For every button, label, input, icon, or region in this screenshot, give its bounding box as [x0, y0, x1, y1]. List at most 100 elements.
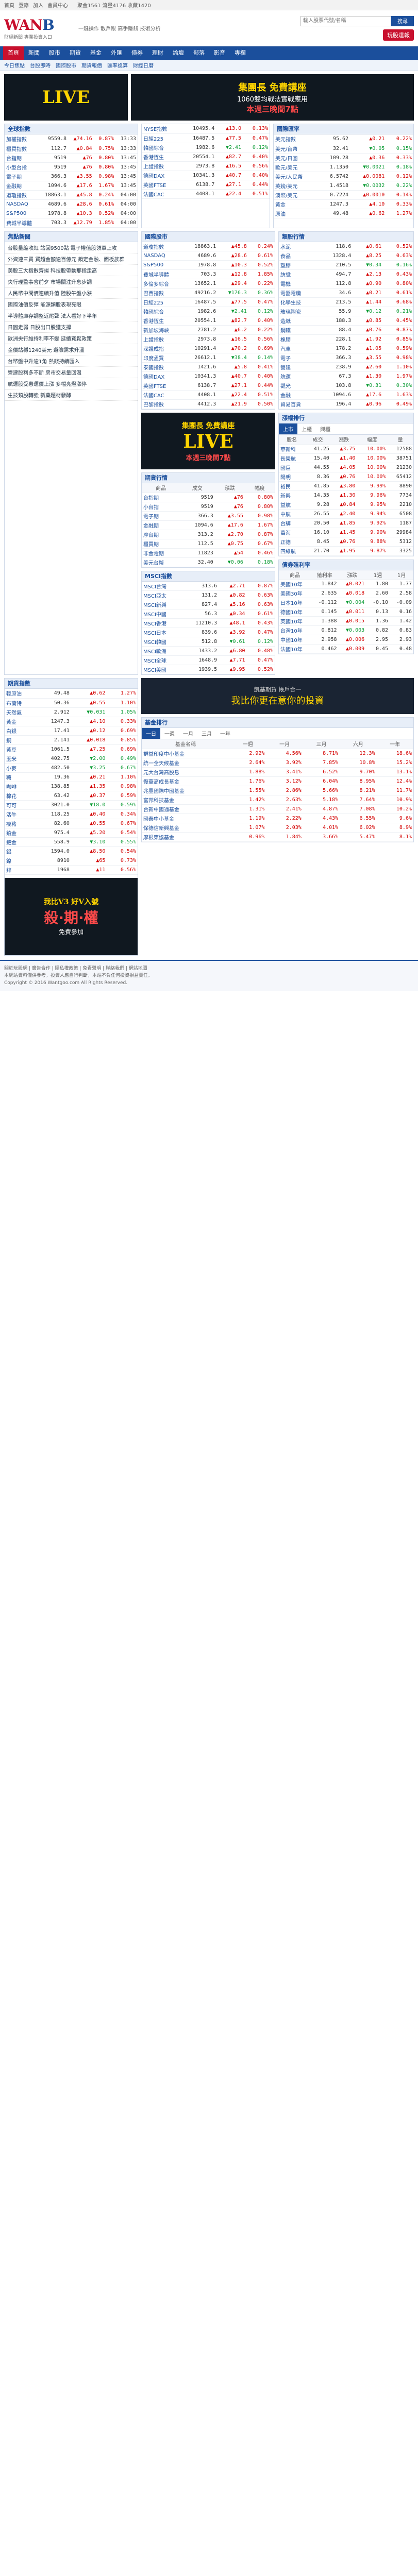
table-row[interactable]: 金融期 1094.6 ▲17.6 1.67%: [142, 520, 275, 530]
table-row[interactable]: 上證指數 2973.8 ▲16.5 0.56%: [142, 334, 275, 344]
news-item[interactable]: 美股三大指數齊揚 科技股帶動那指走高: [5, 265, 138, 276]
row-name[interactable]: 可可: [5, 800, 36, 810]
row-name[interactable]: 裕民: [279, 481, 305, 491]
row-name[interactable]: 化學生技: [279, 297, 317, 307]
table-row[interactable]: 食品 1328.4 ▲8.25 0.63%: [279, 251, 413, 261]
search-input[interactable]: [300, 15, 391, 26]
table-row[interactable]: 保德信新興基金 1.07% 2.03% 4.01% 6.02% 8.9%: [142, 823, 413, 833]
table-row[interactable]: 群益印度中小基金 2.92% 4.56% 8.71% 12.3% 18.6%: [142, 749, 413, 758]
table-row[interactable]: 新興 14.35 ▲1.30 9.96% 7734: [279, 490, 413, 500]
table-row[interactable]: 法國CAC 4408.1 ▲22.4 0.51%: [142, 189, 270, 199]
table-row[interactable]: 玉米 402.75 ▼2.00 0.49%: [5, 754, 138, 764]
fund-name[interactable]: 富邦科技基金: [142, 795, 230, 805]
row-name[interactable]: 美國30年: [279, 588, 311, 598]
top-link[interactable]: 登錄: [19, 3, 29, 9]
fund-tab[interactable]: 一日: [142, 728, 160, 739]
table-row[interactable]: 原油 49.48 ▲0.62 1.27%: [274, 209, 413, 218]
nav-item[interactable]: 股市: [44, 46, 65, 60]
table-row[interactable]: 觀光 103.8 ▼0.31 0.30%: [279, 381, 413, 391]
table-row[interactable]: 化學生技 213.5 ▲1.44 0.68%: [279, 297, 413, 307]
table-row[interactable]: 營建 238.9 ▲2.60 1.10%: [279, 362, 413, 372]
row-name[interactable]: 巴西指數: [142, 288, 183, 298]
row-name[interactable]: 道瓊指數: [5, 190, 39, 200]
table-row[interactable]: 玻璃陶瓷 55.9 ▼0.12 0.21%: [279, 307, 413, 316]
nav-item[interactable]: 外匯: [106, 46, 127, 60]
fund-tab[interactable]: 一月: [179, 728, 197, 739]
table-row[interactable]: 費城半導體 703.3 ▲12.79 1.85% 04:00: [5, 218, 138, 228]
row-name[interactable]: MSCI全球: [142, 655, 181, 665]
subnav-item[interactable]: 期貨報價: [81, 61, 102, 69]
table-row[interactable]: 白銀 17.41 ▲0.12 0.69%: [5, 726, 138, 736]
row-name[interactable]: 加權指數: [5, 134, 39, 144]
table-row[interactable]: 美元/台幣 32.41 ▼0.05 0.15%: [274, 144, 413, 154]
row-name[interactable]: MSCI韓國: [142, 637, 181, 647]
table-row[interactable]: 香港恆生 20554.1 ▲82.7 0.40%: [142, 152, 270, 162]
row-name[interactable]: 小麥: [5, 763, 36, 773]
table-row[interactable]: 多倫多綜合 13652.1 ▲29.4 0.22%: [142, 279, 275, 289]
subnav-item[interactable]: 今日焦點: [4, 61, 25, 69]
table-row[interactable]: 英國FTSE 6138.7 ▲27.1 0.44%: [142, 180, 270, 190]
news-item[interactable]: 國際油價反彈 能源類股表現亮眼: [5, 299, 138, 310]
row-name[interactable]: 鋅: [5, 865, 36, 875]
row-name[interactable]: 紡織: [279, 269, 317, 279]
table-row[interactable]: 貿易百貨 196.4 ▲0.96 0.49%: [279, 399, 413, 409]
row-name[interactable]: 英國FTSE: [142, 381, 183, 391]
news-item[interactable]: 央行理監事會前夕 市場關注升息步調: [5, 276, 138, 287]
table-row[interactable]: 復華高成長基金 1.76% 3.12% 6.04% 8.95% 12.4%: [142, 776, 413, 786]
row-name[interactable]: 台灣10年: [279, 625, 311, 635]
table-row[interactable]: MSCI亞太 131.2 ▲0.82 0.63%: [142, 590, 275, 600]
row-name[interactable]: S&P500: [5, 209, 39, 218]
table-row[interactable]: 澳幣/美元 0.7224 ▲0.0010 0.14%: [274, 190, 413, 200]
table-row[interactable]: 長榮航 15.40 ▲1.40 10.00% 38751: [279, 453, 413, 463]
row-name[interactable]: 印度孟買: [142, 353, 183, 363]
table-row[interactable]: 德國10年 0.145 ▲0.011 0.13 0.16: [279, 607, 413, 617]
footer-links[interactable]: 關於玩股網 | 廣告合作 | 隱私權政策 | 免責聲明 | 聯絡我們 | 網站地…: [4, 965, 414, 972]
ad-banner-right[interactable]: 凱基期貨 帳戶合一 我比你更在意你的投資: [141, 678, 414, 714]
table-row[interactable]: 小型台指 9519 ▲76 0.80% 13:45: [5, 162, 138, 172]
table-row[interactable]: 統一全天候基金 2.64% 3.92% 7.85% 10.8% 15.2%: [142, 758, 413, 768]
row-name[interactable]: 小型台指: [5, 162, 39, 172]
row-name[interactable]: 航運: [279, 371, 317, 381]
nav-item[interactable]: 債券: [127, 46, 147, 60]
fund-tab[interactable]: 一年: [216, 728, 235, 739]
table-row[interactable]: 金融 1094.6 ▲17.6 1.63%: [279, 390, 413, 400]
row-name[interactable]: 電機: [279, 279, 317, 289]
table-row[interactable]: 電機 112.8 ▲0.90 0.80%: [279, 279, 413, 289]
table-row[interactable]: S&P500 1978.8 ▲10.3 0.52%: [142, 260, 275, 270]
header-badge[interactable]: 玩股達報: [383, 29, 414, 41]
table-row[interactable]: 鈀金 558.9 ▼3.10 0.55%: [5, 837, 138, 847]
table-row[interactable]: 非金電期 11823 ▲54 0.46%: [142, 548, 275, 558]
table-row[interactable]: 台指期 9519 ▲76 0.80%: [142, 493, 275, 502]
row-name[interactable]: 汽車: [279, 344, 317, 353]
row-name[interactable]: 小台指: [142, 502, 180, 512]
row-name[interactable]: 玻璃陶瓷: [279, 307, 317, 316]
promo-banner[interactable]: 我比V3 好V入號 殺·期·權 免費參加: [5, 877, 138, 955]
table-row[interactable]: 美國10年 1.842 ▲0.021 1.80 1.77: [279, 579, 413, 589]
row-name[interactable]: 鉑金: [5, 828, 36, 838]
table-row[interactable]: MSCI韓國 512.8 ▼0.61 0.12%: [142, 637, 275, 647]
table-row[interactable]: 韓國綜合 1982.6 ▼2.41 0.12%: [142, 143, 270, 152]
row-name[interactable]: 新加坡海峽: [142, 325, 183, 335]
row-name[interactable]: 益航: [279, 500, 305, 510]
table-row[interactable]: 摩台期 313.2 ▲2.70 0.87%: [142, 530, 275, 539]
table-row[interactable]: 元大台灣高股息 1.88% 3.41% 6.52% 9.70% 13.1%: [142, 767, 413, 777]
table-row[interactable]: 美元/日圓 109.28 ▲0.36 0.33%: [274, 153, 413, 163]
row-name[interactable]: 日經225: [142, 133, 181, 143]
fund-name[interactable]: 兆豐國際中國基金: [142, 786, 230, 795]
table-row[interactable]: 台灣10年 0.812 ▼0.003 0.82 0.83: [279, 625, 413, 635]
table-row[interactable]: 國泰中小基金 1.19% 2.22% 4.43% 6.55% 9.6%: [142, 814, 413, 823]
row-name[interactable]: 道瓊指數: [142, 242, 183, 251]
table-row[interactable]: 美元指數 95.62 ▲0.21 0.22%: [274, 134, 413, 144]
news-item[interactable]: 營建股利多不斷 房市交易量回溫: [5, 367, 138, 378]
row-name[interactable]: 塑膠: [279, 260, 317, 270]
row-name[interactable]: 四維航: [279, 546, 305, 556]
row-name[interactable]: 中國10年: [279, 635, 311, 645]
table-row[interactable]: 道瓊指數 18863.1 ▲45.8 0.24% 04:00: [5, 190, 138, 200]
table-row[interactable]: 水泥 118.6 ▲0.61 0.52%: [279, 242, 413, 251]
rank-tab[interactable]: 上櫃: [297, 423, 316, 434]
fund-name[interactable]: 保德信新興基金: [142, 823, 230, 833]
table-row[interactable]: 鉑金 975.4 ▲5.20 0.54%: [5, 828, 138, 838]
row-name[interactable]: 美元指數: [274, 134, 319, 144]
row-name[interactable]: 德國10年: [279, 607, 311, 617]
table-row[interactable]: 航運 67.3 ▲1.30 1.97%: [279, 371, 413, 381]
